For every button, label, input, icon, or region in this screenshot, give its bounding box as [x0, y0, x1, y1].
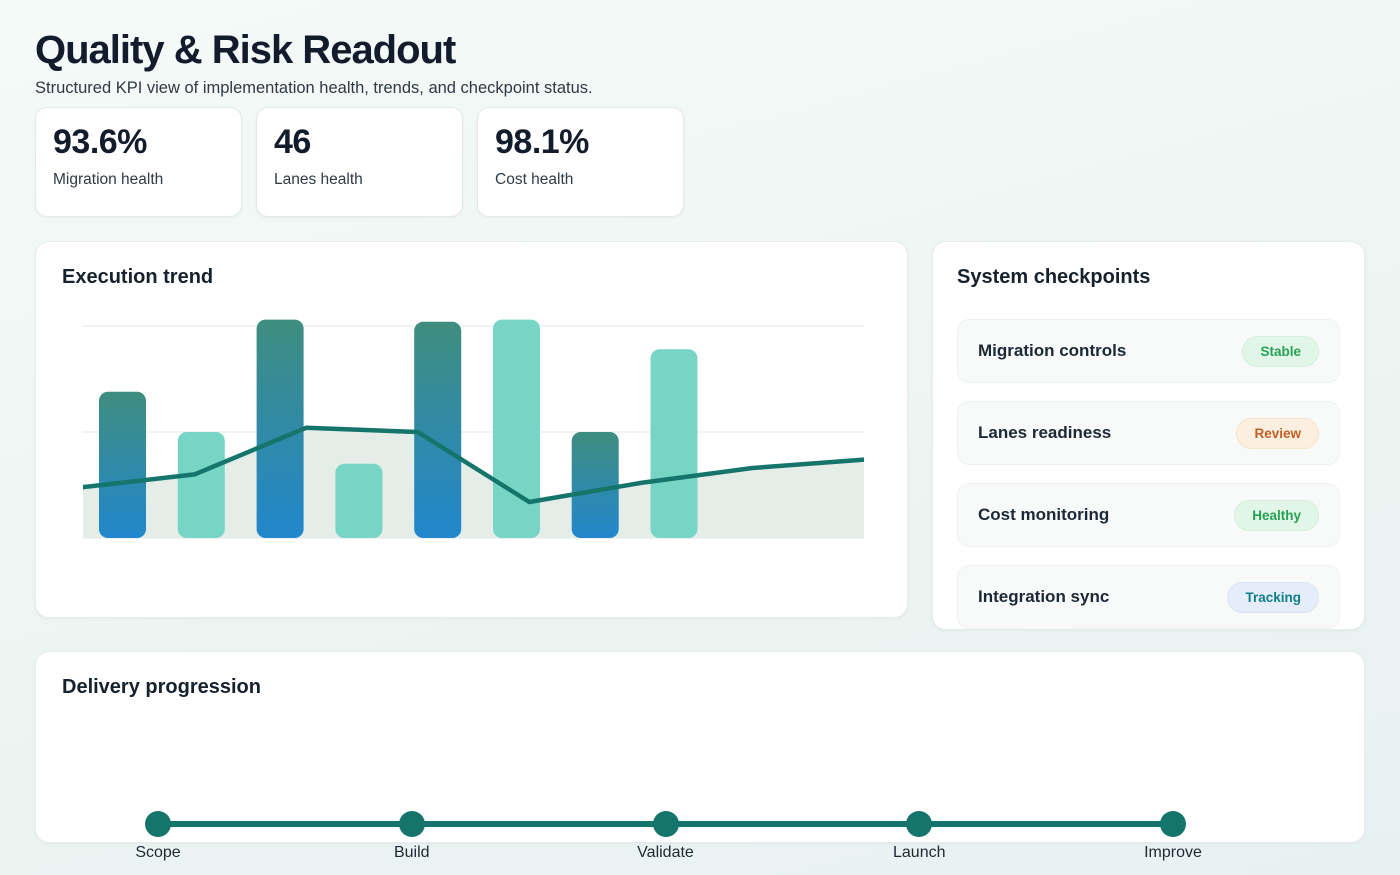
status-badge: Healthy [1234, 500, 1319, 531]
kpi-row: 93.6% Migration health 46 Lanes health 9… [35, 107, 1365, 217]
step-dot-launch [906, 811, 932, 837]
status-badge: Tracking [1227, 582, 1319, 613]
step-label-launch: Launch [893, 844, 946, 862]
step-label-build: Build [394, 844, 430, 862]
execution-trend-svg [83, 319, 864, 540]
kpi-card-lanes-health: 46 Lanes health [256, 107, 463, 217]
kpi-value: 98.1% [495, 123, 666, 162]
system-checkpoints-card: System checkpoints Migration controls St… [932, 241, 1365, 630]
step-dot-validate [653, 811, 679, 837]
system-checkpoints-title: System checkpoints [957, 266, 1340, 289]
main-row: Execution trend System checkpoints Migra… [35, 241, 1365, 630]
step-dot-improve [1160, 811, 1186, 837]
dashboard: Quality & Risk Readout Structured KPI vi… [0, 0, 1400, 843]
page-title: Quality & Risk Readout [35, 0, 1365, 72]
kpi-card-cost-health: 98.1% Cost health [477, 107, 684, 217]
step-dot-build [399, 811, 425, 837]
checkpoint-row-migration-controls: Migration controls Stable [957, 319, 1340, 383]
checkpoint-row-integration-sync: Integration sync Tracking [957, 565, 1340, 629]
status-badge: Stable [1242, 336, 1319, 367]
kpi-label: Migration health [53, 171, 224, 189]
checkpoint-label: Cost monitoring [978, 505, 1109, 525]
execution-trend-card: Execution trend [35, 241, 908, 618]
execution-trend-chart [83, 319, 864, 540]
kpi-label: Lanes health [274, 171, 445, 189]
checkpoint-label: Lanes readiness [978, 423, 1111, 443]
kpi-card-migration-health: 93.6% Migration health [35, 107, 242, 217]
kpi-value: 93.6% [53, 123, 224, 162]
delivery-progression-title: Delivery progression [62, 676, 1338, 699]
step-label-improve: Improve [1144, 844, 1202, 862]
step-dot-scope [145, 811, 171, 837]
checkpoint-row-cost-monitoring: Cost monitoring Healthy [957, 483, 1340, 547]
step-label-validate: Validate [637, 844, 694, 862]
kpi-label: Cost health [495, 171, 666, 189]
execution-trend-title: Execution trend [62, 266, 881, 289]
step-label-scope: Scope [135, 844, 180, 862]
kpi-value: 46 [274, 123, 445, 162]
checkpoint-row-lanes-readiness: Lanes readiness Review [957, 401, 1340, 465]
status-badge: Review [1236, 418, 1319, 449]
delivery-progression-card: Delivery progression ScopeBuildValidateL… [35, 651, 1365, 843]
page-subtitle: Structured KPI view of implementation he… [35, 79, 1365, 98]
checkpoint-label: Integration sync [978, 587, 1109, 607]
checkpoint-label: Migration controls [978, 341, 1126, 361]
